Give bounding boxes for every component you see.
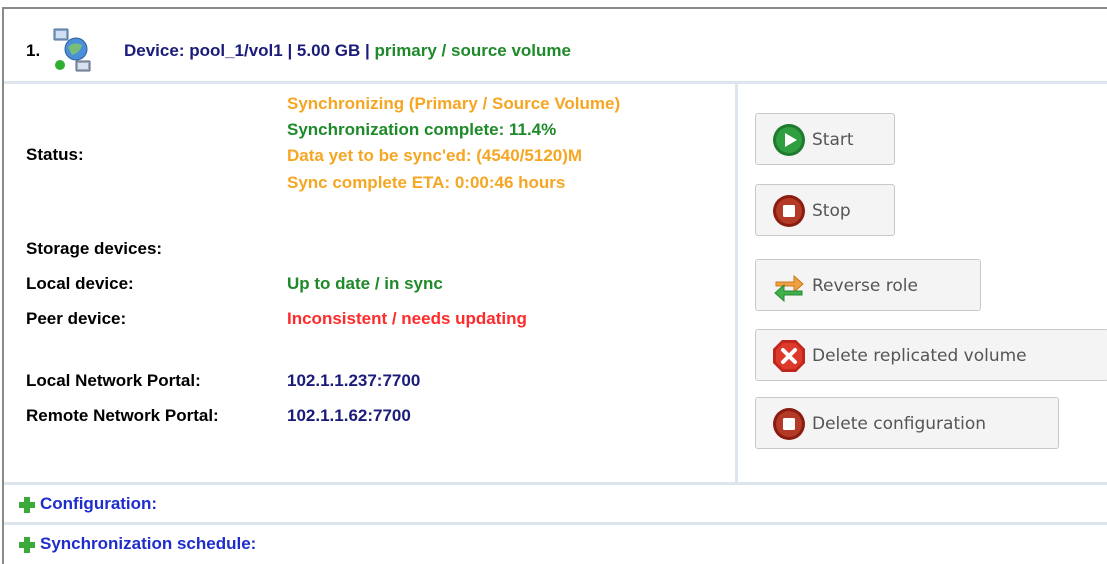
schedule-label: Synchronization schedule: <box>40 534 257 553</box>
remote-portal-value: 102.1.1.62:7700 <box>287 406 411 425</box>
device-title: Device: pool_1/vol1 | 5.00 GB | primary … <box>124 41 571 61</box>
start-button[interactable]: Start <box>755 113 895 165</box>
delete-config-label: Delete configuration <box>812 414 987 434</box>
stop-button[interactable]: Stop <box>755 184 895 236</box>
plus-icon <box>19 497 35 513</box>
device-index: 1. <box>26 41 41 60</box>
local-device-label: Local device: <box>26 274 134 293</box>
delete-volume-label: Delete replicated volume <box>812 346 1027 366</box>
device-header: 1. Device: pool_1/vol1 | 5.00 GB | prima… <box>4 9 1107 84</box>
device-details: Status: Synchronizing (Primary / Source … <box>4 84 1107 482</box>
local-device-status: Up to date / in sync <box>287 274 443 293</box>
local-portal-label: Local Network Portal: <box>26 371 201 390</box>
start-label: Start <box>812 130 854 150</box>
device-info: Device: pool_1/vol1 | 5.00 GB | <box>124 41 370 60</box>
local-portal-value: 102.1.1.237:7700 <box>287 371 421 390</box>
plus-icon <box>19 537 35 553</box>
delete-configuration-button[interactable]: Delete configuration <box>755 397 1059 449</box>
reverse-role-button[interactable]: Reverse role <box>755 259 981 311</box>
replication-device-icon <box>53 28 91 72</box>
device-role: primary / source volume <box>374 41 571 60</box>
stop-icon <box>773 195 805 227</box>
peer-device-status: Inconsistent / needs updating <box>287 309 527 328</box>
replication-panel: 1. Device: pool_1/vol1 | 5.00 GB | prima… <box>2 7 1107 564</box>
schedule-section-toggle[interactable]: Synchronization schedule: <box>4 522 1107 562</box>
sync-eta: Sync complete ETA: 0:00:46 hours <box>287 173 566 192</box>
status-label: Status: <box>26 145 84 164</box>
remote-portal-label: Remote Network Portal: <box>26 406 219 425</box>
peer-device-label: Peer device: <box>26 309 127 328</box>
sync-remaining: Data yet to be sync'ed: (4540/5120)M <box>287 146 583 165</box>
delete-replicated-volume-button[interactable]: Delete replicated volume <box>755 329 1107 381</box>
sync-complete: Synchronization complete: 11.4% <box>287 120 557 139</box>
column-divider <box>735 84 738 482</box>
storage-heading: Storage devices: <box>26 239 163 258</box>
play-icon <box>773 124 805 156</box>
stop-icon <box>773 408 805 440</box>
configuration-label: Configuration: <box>40 494 158 513</box>
configuration-section-toggle[interactable]: Configuration: <box>4 482 1107 522</box>
reverse-role-label: Reverse role <box>812 276 918 296</box>
stop-label: Stop <box>812 201 851 221</box>
sync-state: Synchronizing (Primary / Source Volume) <box>287 94 621 113</box>
delete-x-icon <box>773 340 805 372</box>
reverse-arrows-icon <box>774 274 804 303</box>
